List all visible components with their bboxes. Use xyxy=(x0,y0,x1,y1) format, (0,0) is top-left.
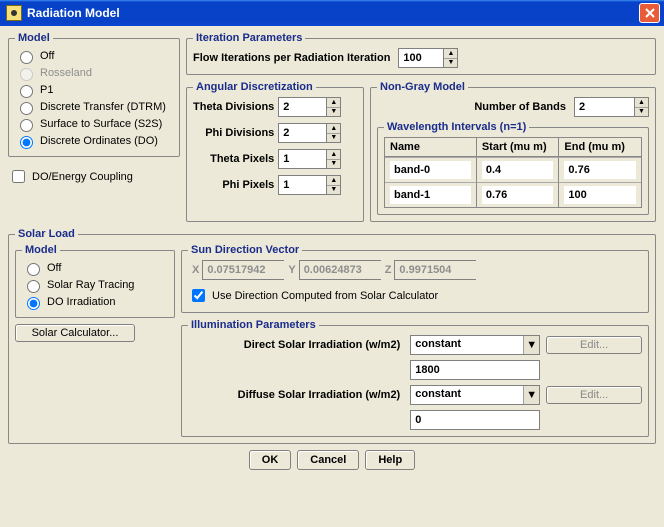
illumination-legend: Illumination Parameters xyxy=(188,319,319,331)
diffuse-label: Diffuse Solar Irradiation (w/m2) xyxy=(188,389,404,401)
help-button[interactable]: Help xyxy=(365,450,415,470)
model-dtrm[interactable]: Discrete Transfer (DTRM) xyxy=(15,99,173,116)
col-start: Start (mu m) xyxy=(476,138,559,157)
phi-pix-input[interactable]: ▲▼ xyxy=(278,175,357,195)
model-group: Model Off Rosseland P1 Discrete Transfer… xyxy=(8,32,180,157)
solar-model-group: Model Off Solar Ray Tracing DO Irradiati… xyxy=(15,244,175,318)
wavelength-legend: Wavelength Intervals (n=1) xyxy=(384,121,529,133)
phi-div-label: Phi Divisions xyxy=(193,127,278,139)
col-name: Name xyxy=(385,138,476,157)
iteration-params-group: Iteration Parameters Flow Iterations per… xyxy=(186,32,656,75)
do-energy-coupling-checkbox[interactable]: DO/Energy Coupling xyxy=(8,167,180,187)
model-s2s[interactable]: Surface to Surface (S2S) xyxy=(15,116,173,133)
wavelength-group: Wavelength Intervals (n=1) Name Start (m… xyxy=(377,121,649,215)
phi-div-input[interactable]: ▲▼ xyxy=(278,123,357,143)
sun-z-input xyxy=(394,260,476,280)
model-p1[interactable]: P1 xyxy=(15,82,173,99)
y-label: Y xyxy=(288,264,295,276)
band1-end[interactable] xyxy=(564,186,636,204)
z-label: Z xyxy=(385,264,392,276)
model-rosseland[interactable]: Rosseland xyxy=(15,65,173,82)
solar-model-legend: Model xyxy=(22,244,60,256)
sun-direction-legend: Sun Direction Vector xyxy=(188,244,302,256)
sun-y-input xyxy=(299,260,381,280)
solar-off[interactable]: Off xyxy=(22,260,168,277)
window-title: Radiation Model xyxy=(27,6,120,20)
diffuse-type-select[interactable]: constant ▼ xyxy=(410,385,540,405)
angular-group: Angular Discretization Theta Divisions ▲… xyxy=(186,81,364,222)
close-button[interactable] xyxy=(639,3,660,23)
solar-do-irradiation[interactable]: DO Irradiation xyxy=(22,294,168,311)
bands-input[interactable]: ▲▼ xyxy=(574,97,649,117)
direct-label: Direct Solar Irradiation (w/m2) xyxy=(188,339,404,351)
model-legend: Model xyxy=(15,32,53,44)
close-icon xyxy=(645,8,655,18)
flow-iter-input[interactable]: ▲ ▼ xyxy=(398,48,458,68)
theta-pix-input[interactable]: ▲▼ xyxy=(278,149,357,169)
diffuse-value-input[interactable] xyxy=(410,410,540,430)
phi-pix-label: Phi Pixels xyxy=(193,179,278,191)
col-end: End (mu m) xyxy=(558,138,641,157)
direct-edit-button[interactable]: Edit... xyxy=(546,336,642,354)
chevron-down-icon[interactable]: ▼ xyxy=(523,386,539,404)
chevron-up-icon[interactable]: ▲ xyxy=(444,49,457,58)
x-label: X xyxy=(192,264,199,276)
solar-load-legend: Solar Load xyxy=(15,228,78,240)
band1-start[interactable] xyxy=(482,186,554,204)
solar-load-group: Solar Load Model Off Solar Ray Tracing D… xyxy=(8,228,656,444)
nongray-group: Non-Gray Model Number of Bands ▲▼ Wavele… xyxy=(370,81,656,222)
iteration-params-legend: Iteration Parameters xyxy=(193,32,305,44)
direct-type-select[interactable]: constant ▼ xyxy=(410,335,540,355)
band0-start[interactable] xyxy=(482,161,554,179)
ok-button[interactable]: OK xyxy=(249,450,292,470)
direct-value-input[interactable] xyxy=(410,360,540,380)
theta-div-input[interactable]: ▲▼ xyxy=(278,97,357,117)
band1-name[interactable] xyxy=(390,186,471,204)
wavelength-table: Name Start (mu m) End (mu m) xyxy=(384,137,642,208)
model-off[interactable]: Off xyxy=(15,48,173,65)
chevron-down-icon[interactable]: ▼ xyxy=(523,336,539,354)
illumination-group: Illumination Parameters Direct Solar Irr… xyxy=(181,319,649,437)
titlebar: Radiation Model xyxy=(0,0,664,26)
bands-label: Number of Bands xyxy=(474,101,570,113)
model-do[interactable]: Discrete Ordinates (DO) xyxy=(15,133,173,150)
app-icon xyxy=(6,5,22,21)
band0-end[interactable] xyxy=(564,161,636,179)
sun-direction-group: Sun Direction Vector X Y Z Use Direction… xyxy=(181,244,649,313)
band0-name[interactable] xyxy=(390,161,471,179)
sun-x-input xyxy=(202,260,284,280)
use-solar-calc-checkbox[interactable]: Use Direction Computed from Solar Calcul… xyxy=(188,286,642,306)
solar-ray-tracing[interactable]: Solar Ray Tracing xyxy=(22,277,168,294)
angular-legend: Angular Discretization xyxy=(193,81,316,93)
diffuse-edit-button[interactable]: Edit... xyxy=(546,386,642,404)
theta-pix-label: Theta Pixels xyxy=(193,153,278,165)
cancel-button[interactable]: Cancel xyxy=(297,450,359,470)
flow-iter-spinner[interactable]: ▲ ▼ xyxy=(443,48,458,68)
solar-calculator-button[interactable]: Solar Calculator... xyxy=(15,324,135,342)
chevron-down-icon[interactable]: ▼ xyxy=(444,58,457,68)
dialog-buttons: OK Cancel Help xyxy=(8,444,656,470)
flow-iter-label: Flow Iterations per Radiation Iteration xyxy=(193,52,394,64)
nongray-legend: Non-Gray Model xyxy=(377,81,468,93)
theta-div-label: Theta Divisions xyxy=(193,101,278,113)
